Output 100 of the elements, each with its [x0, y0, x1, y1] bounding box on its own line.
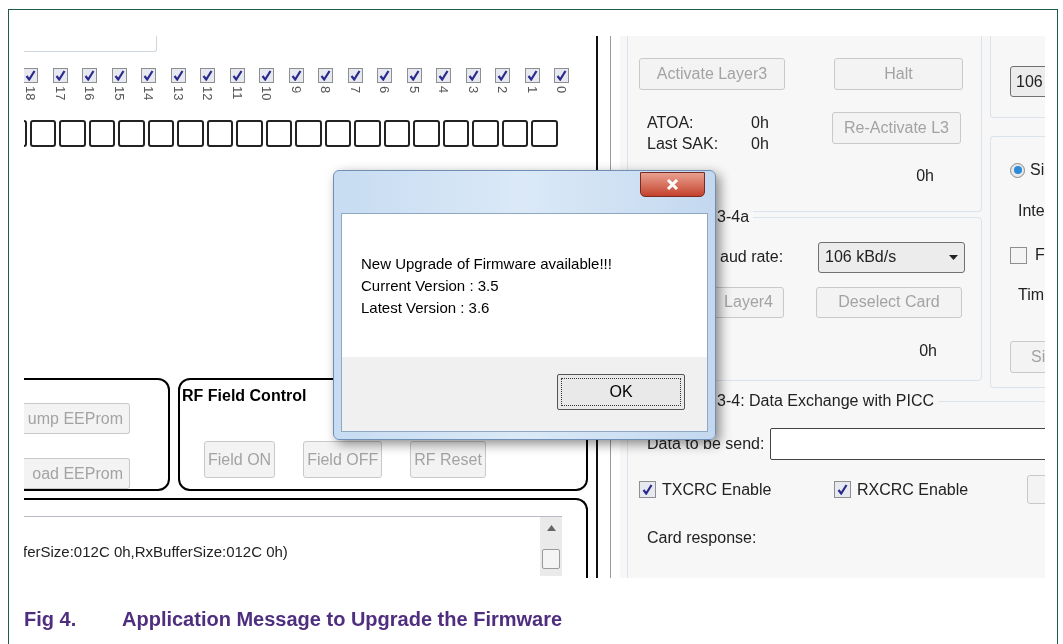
- checkbox[interactable]: [259, 68, 275, 83]
- checkbox[interactable]: [639, 481, 656, 499]
- checkmark-icon: [231, 70, 243, 81]
- checkbox[interactable]: [347, 68, 363, 83]
- checkmark-icon: [25, 70, 37, 81]
- checkbox[interactable]: [170, 68, 186, 83]
- checkbox[interactable]: [82, 68, 98, 83]
- bit-box: [413, 120, 440, 147]
- bit-box: [324, 120, 351, 147]
- checkbox[interactable]: [436, 68, 452, 83]
- bit-box: [88, 120, 115, 147]
- bit-box: [29, 120, 56, 147]
- figure-caption: Application Message to Upgrade the Firmware: [122, 607, 563, 631]
- bit-box: [118, 120, 145, 147]
- bit-label: 0: [555, 86, 569, 96]
- checkbox[interactable]: [24, 68, 39, 83]
- bit-box: [265, 120, 292, 147]
- bit-label: 7: [348, 86, 362, 96]
- close-button[interactable]: [640, 172, 705, 197]
- bit-label: 2: [496, 86, 510, 96]
- checkmark-icon: [320, 70, 332, 81]
- bit-box: [147, 120, 174, 147]
- bit-label: 8: [319, 86, 333, 96]
- field-label: Inte: [1018, 201, 1045, 221]
- checkmark-icon: [438, 70, 450, 81]
- checkmark-icon: [526, 70, 538, 81]
- message-line: Current Version : 3.5: [361, 276, 500, 296]
- checkmark-icon: [556, 70, 568, 81]
- checkbox-label: RXCRC Enable: [857, 479, 969, 500]
- group-title: RF Field Control: [182, 388, 308, 404]
- scroll-thumb[interactable]: [542, 549, 560, 569]
- checkmark-icon: [642, 484, 653, 496]
- checkbox[interactable]: [834, 481, 851, 499]
- scrollbar[interactable]: [540, 517, 562, 576]
- checkmark-icon: [467, 70, 479, 81]
- checkmark-icon: [408, 70, 420, 81]
- bit-box: [383, 120, 410, 147]
- checkmark-icon: [349, 70, 361, 81]
- field-label: ATOA:: [647, 113, 695, 133]
- close-icon: [666, 179, 679, 190]
- checkbox[interactable]: [288, 68, 304, 83]
- bit-label: 15: [112, 86, 126, 103]
- checkmark-icon: [84, 70, 96, 81]
- bit-box: [236, 120, 263, 147]
- bit-label: 13: [171, 86, 185, 103]
- bit-box: [295, 120, 322, 147]
- bit-label: 11: [230, 86, 244, 102]
- card-response-label: Card response:: [647, 528, 758, 549]
- checkbox[interactable]: [406, 68, 422, 83]
- dropdown-caret-icon: [949, 254, 958, 260]
- checkbox[interactable]: [377, 68, 393, 83]
- baud-rate-dropdown[interactable]: 106 kBd/s: [818, 241, 965, 273]
- bit-label: 12: [201, 86, 215, 103]
- checkbox[interactable]: [495, 68, 511, 83]
- rate-dropdown[interactable]: 106: [1010, 66, 1045, 97]
- checkmark-icon: [202, 70, 214, 81]
- checkmark-icon: [379, 70, 391, 81]
- field-value: 0h: [751, 113, 770, 133]
- bit-label: 3: [466, 86, 480, 96]
- checkbox[interactable]: [465, 68, 481, 83]
- bit-label: 9: [289, 86, 303, 96]
- bit-label: 10: [260, 86, 274, 103]
- checkmark-icon: [497, 70, 509, 81]
- radio-button[interactable]: [1010, 162, 1025, 178]
- checkbox[interactable]: [554, 68, 570, 83]
- checkbox[interactable]: [318, 68, 334, 83]
- message-line: New Upgrade of Firmware available!!!: [361, 254, 613, 274]
- bit-box: [59, 120, 86, 147]
- message-line: Latest Version : 3.6: [361, 298, 491, 318]
- field-label: Last SAK:: [647, 134, 720, 154]
- group-title: 3-4: Data Exchange with PICC: [717, 391, 938, 412]
- checkbox-label: TXCRC Enable: [662, 479, 772, 500]
- scroll-up-icon[interactable]: [546, 525, 556, 531]
- bit-label: 16: [83, 86, 97, 103]
- checkbox[interactable]: [141, 68, 157, 83]
- baud-rate-label: aud rate:: [720, 247, 784, 268]
- checkmark-icon: [113, 70, 125, 81]
- bit-box: [206, 120, 233, 147]
- checkbox[interactable]: [229, 68, 245, 83]
- bit-label: 1: [525, 86, 539, 96]
- bit-box: [531, 120, 558, 147]
- data-input-field[interactable]: [770, 428, 1045, 461]
- checkmark-icon: [143, 70, 155, 81]
- bit-label: 18: [24, 86, 38, 103]
- bit-box: [354, 120, 381, 147]
- checkbox[interactable]: [524, 68, 540, 83]
- bit-label: 5: [407, 86, 421, 96]
- checkbox[interactable]: [52, 68, 68, 83]
- checkmark-icon: [172, 70, 184, 81]
- radio-label: Si: [1030, 160, 1045, 180]
- checkbox[interactable]: [111, 68, 127, 83]
- bit-box: [501, 120, 528, 147]
- ok-button[interactable]: OK: [557, 374, 685, 410]
- checkbox[interactable]: [200, 68, 216, 83]
- checkbox[interactable]: [1010, 246, 1027, 264]
- figure-number: Fig 4.: [24, 607, 78, 631]
- log-line: ferSize:012C 0h,RxBufferSize:012C 0h): [24, 542, 289, 562]
- bit-label: 14: [142, 86, 156, 103]
- bit-label: 4: [437, 86, 451, 96]
- checkmark-icon: [837, 484, 848, 496]
